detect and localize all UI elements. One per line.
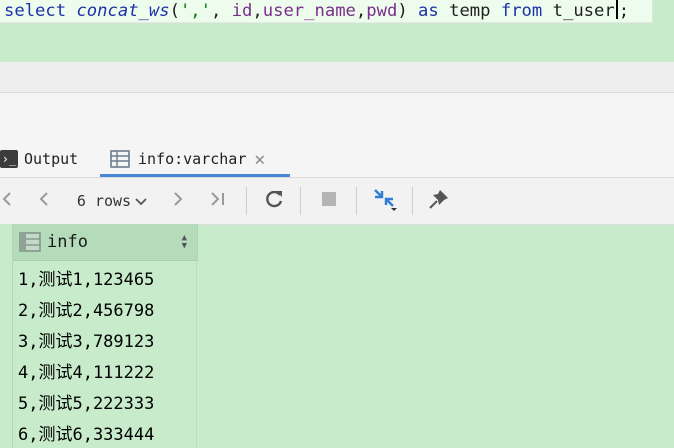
tab-output-label: Output xyxy=(24,150,79,168)
table-row[interactable]: 4,测试4,111222 xyxy=(13,355,197,386)
toolbar-separator xyxy=(356,187,357,215)
text-caret xyxy=(615,0,618,19)
pin-button[interactable] xyxy=(424,178,454,224)
next-page-button[interactable] xyxy=(166,178,190,224)
pin-icon xyxy=(428,188,450,214)
result-tab-bar xyxy=(0,93,674,177)
semicolon: ; xyxy=(618,1,630,21)
paren-open: ( xyxy=(169,1,180,21)
stop-button[interactable] xyxy=(314,178,344,224)
next-page-icon xyxy=(172,191,184,211)
column-user-name: user_name xyxy=(262,1,356,21)
column-pwd: pwd xyxy=(366,1,398,21)
tab-output[interactable]: ›_ Output xyxy=(0,142,78,176)
keyword-select: select xyxy=(4,1,67,21)
prev-page-button[interactable] xyxy=(32,178,56,224)
toolbar-separator xyxy=(246,187,247,215)
last-page-icon xyxy=(208,191,228,211)
current-line-highlight: select concat_ws(',', id,user_name,pwd) … xyxy=(0,0,653,23)
separator-string: ',' xyxy=(179,1,211,21)
first-page-button[interactable] xyxy=(0,178,14,224)
stop-icon xyxy=(321,191,337,211)
prev-page-icon xyxy=(38,191,50,211)
toolbar-separator xyxy=(300,187,301,215)
rows-count-label: 6 rows xyxy=(76,192,132,210)
column-grid-icon xyxy=(19,232,41,252)
compare-icon xyxy=(371,186,399,216)
keyword-from: from xyxy=(500,1,543,21)
sql-code[interactable]: select concat_ws(',', id,user_name,pwd) … xyxy=(4,0,629,22)
compare-button[interactable] xyxy=(368,178,402,224)
arg-separator: , xyxy=(211,1,232,21)
table-grid-icon xyxy=(110,150,130,168)
terminal-icon: ›_ xyxy=(0,150,18,168)
column-id: id xyxy=(231,1,253,21)
function-concat-ws: concat_ws xyxy=(76,1,170,21)
table-name: t_user xyxy=(552,1,615,21)
table-row[interactable]: 1,测试1,123465 xyxy=(13,262,197,293)
alias-temp: temp xyxy=(449,1,491,21)
sort-icon[interactable]: ▲ ▼ xyxy=(182,234,187,251)
comma-1: , xyxy=(252,1,263,21)
result-grid[interactable]: info ▲ ▼ 1,测试1,123465 2,测试2,456798 3,测试3,… xyxy=(0,224,674,448)
comma-2: , xyxy=(355,1,367,21)
table-row[interactable]: 6,测试6,333444 xyxy=(13,417,197,448)
rows-dropdown[interactable]: 6 rows xyxy=(72,178,152,224)
paren-close: ) xyxy=(397,1,408,21)
refresh-button[interactable] xyxy=(258,178,290,224)
row-number-gutter xyxy=(0,224,13,448)
panel-splitter[interactable] xyxy=(0,62,674,93)
table-row[interactable]: 3,测试3,789123 xyxy=(13,324,197,355)
table-row[interactable]: 2,测试2,456798 xyxy=(13,293,197,324)
result-toolbar: 6 rows xyxy=(0,177,674,225)
tab-info-varchar[interactable]: info:varchar ✕ xyxy=(110,142,265,176)
chevron-down-icon xyxy=(135,192,147,211)
close-icon[interactable]: ✕ xyxy=(254,149,265,170)
last-page-button[interactable] xyxy=(204,178,232,224)
tab-info-label: info:varchar xyxy=(138,150,247,168)
sql-editor[interactable]: select concat_ws(',', id,user_name,pwd) … xyxy=(0,0,674,62)
column-header-info[interactable]: info ▲ ▼ xyxy=(13,224,198,261)
table-row[interactable]: 5,测试5,222333 xyxy=(13,386,197,417)
refresh-icon xyxy=(263,188,285,214)
first-page-icon xyxy=(2,191,12,211)
toolbar-separator xyxy=(412,187,413,215)
keyword-as: as xyxy=(418,1,439,21)
column-header-label: info xyxy=(47,232,88,252)
